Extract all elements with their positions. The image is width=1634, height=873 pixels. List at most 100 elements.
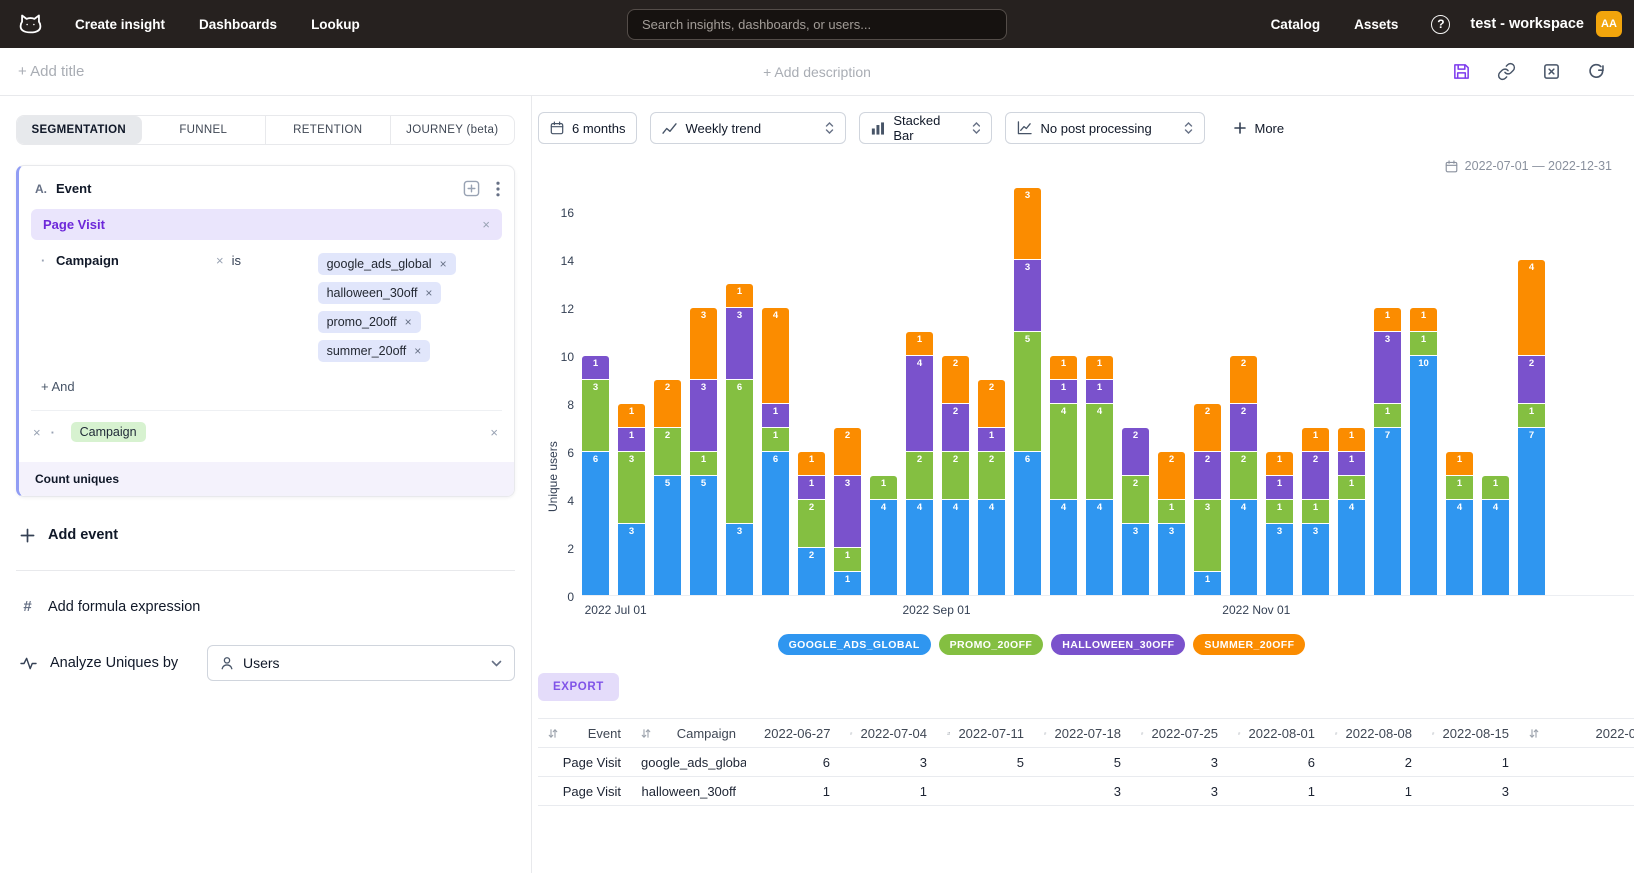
add-filter-icon[interactable] <box>463 180 480 197</box>
bar-segment-promo_20off[interactable]: 1 <box>1338 476 1365 499</box>
stacked-bar[interactable]: 2224 <box>942 355 969 595</box>
bar-segment-promo_20off[interactable]: 1 <box>1374 404 1401 427</box>
column-header[interactable]: 2022-08-01 <box>1228 719 1325 748</box>
bar-segment-promo_20off[interactable]: 2 <box>1230 452 1257 499</box>
workspace-name[interactable]: test - workspace <box>1470 16 1584 32</box>
chart-type-select[interactable]: Stacked Bar <box>859 112 992 144</box>
column-header[interactable]: 2022-07-11 <box>937 719 1034 748</box>
stacked-bar[interactable]: 2311 <box>834 427 861 595</box>
sort-icon[interactable] <box>1529 728 1539 739</box>
bar-segment-promo_20off[interactable]: 3 <box>582 380 609 451</box>
tab-journey[interactable]: JOURNEY (beta) <box>391 116 515 144</box>
sort-icon[interactable] <box>1335 728 1338 739</box>
stacked-bar[interactable]: 2231 <box>1194 403 1221 595</box>
more-button[interactable]: More <box>1234 121 1284 136</box>
remove-filter-value-icon[interactable]: × <box>425 286 432 300</box>
bar-segment-summer_20off[interactable]: 2 <box>1230 356 1257 403</box>
filter-value-tag[interactable]: promo_20off× <box>318 311 421 333</box>
stacked-bar[interactable]: 223 <box>1122 427 1149 595</box>
bar-segment-summer_20off[interactable]: 1 <box>1338 428 1365 451</box>
nav-lookup[interactable]: Lookup <box>294 17 377 32</box>
column-header[interactable]: 2022-08-15 <box>1422 719 1519 748</box>
bar-segment-google_ads_global[interactable]: 6 <box>1014 452 1041 595</box>
bar-segment-promo_20off[interactable]: 4 <box>1050 404 1077 499</box>
stacked-bar[interactable]: 114 <box>1446 451 1473 595</box>
bar-segment-promo_20off[interactable]: 2 <box>942 452 969 499</box>
bar-segment-halloween_30off[interactable]: 2 <box>942 404 969 451</box>
bar-segment-promo_20off[interactable]: 2 <box>906 452 933 499</box>
bar-segment-promo_20off[interactable]: 1 <box>1158 500 1185 523</box>
bar-segment-google_ads_global[interactable]: 3 <box>1122 524 1149 595</box>
legend-chip[interactable]: SUMMER_20OFF <box>1193 634 1305 655</box>
add-formula-button[interactable]: # Add formula expression <box>20 598 515 615</box>
app-logo-icon[interactable] <box>12 6 48 42</box>
tab-retention[interactable]: RETENTION <box>266 116 391 144</box>
bar-segment-halloween_30off[interactable]: 3 <box>690 380 717 451</box>
stacked-bar[interactable]: 1363 <box>726 283 753 595</box>
bar-segment-google_ads_global[interactable]: 5 <box>690 476 717 595</box>
stacked-bar[interactable]: 1113 <box>1266 451 1293 595</box>
bar-segment-google_ads_global[interactable]: 7 <box>1374 428 1401 595</box>
bar-segment-summer_20off[interactable]: 2 <box>942 356 969 403</box>
stacked-bar[interactable]: 1114 <box>1338 427 1365 595</box>
bar-segment-google_ads_global[interactable]: 4 <box>870 500 897 595</box>
add-title-field[interactable]: + Add title <box>18 63 84 80</box>
stacked-bar[interactable]: 225 <box>654 379 681 595</box>
bar-segment-summer_20off[interactable]: 4 <box>1518 260 1545 355</box>
stacked-bar[interactable]: 1122 <box>798 451 825 595</box>
bar-segment-halloween_30off[interactable]: 1 <box>582 356 609 379</box>
date-window-button[interactable]: 6 months <box>538 112 637 144</box>
bar-segment-halloween_30off[interactable]: 3 <box>834 476 861 547</box>
stacked-bar[interactable]: 1317 <box>1374 307 1401 595</box>
bar-segment-promo_20off[interactable]: 2 <box>1122 476 1149 523</box>
bar-segment-promo_20off[interactable]: 1 <box>762 428 789 451</box>
legend-chip[interactable]: PROMO_20OFF <box>939 634 1044 655</box>
bar-segment-halloween_30off[interactable]: 3 <box>1014 260 1041 331</box>
filter-value-tag[interactable]: summer_20off× <box>318 340 431 362</box>
bar-segment-google_ads_global[interactable]: 3 <box>1158 524 1185 595</box>
nav-catalog[interactable]: Catalog <box>1254 17 1338 32</box>
sort-icon[interactable] <box>641 728 651 739</box>
save-icon[interactable] <box>1452 62 1471 81</box>
bar-segment-google_ads_global[interactable]: 3 <box>618 524 645 595</box>
bar-segment-promo_20off[interactable]: 1 <box>1410 332 1437 355</box>
bar-segment-summer_20off[interactable]: 2 <box>1158 452 1185 499</box>
filter-value-tag[interactable]: google_ads_global× <box>318 253 456 275</box>
bar-segment-promo_20off[interactable]: 1 <box>834 548 861 571</box>
bar-segment-halloween_30off[interactable]: 1 <box>1086 380 1113 403</box>
bar-segment-promo_20off[interactable]: 2 <box>654 428 681 475</box>
bar-segment-promo_20off[interactable]: 1 <box>690 452 717 475</box>
sort-icon[interactable] <box>1432 728 1435 739</box>
bar-segment-halloween_30off[interactable]: 1 <box>1266 476 1293 499</box>
global-search-input[interactable] <box>627 9 1007 40</box>
bar-segment-summer_20off[interactable]: 3 <box>1014 188 1041 259</box>
column-header[interactable]: 2022-07-18 <box>1034 719 1131 748</box>
bar-segment-google_ads_global[interactable]: 4 <box>978 500 1005 595</box>
bar-segment-summer_20off[interactable]: 1 <box>906 332 933 355</box>
legend-chip[interactable]: HALLOWEEN_30OFF <box>1051 634 1185 655</box>
bar-segment-google_ads_global[interactable]: 2 <box>798 548 825 595</box>
remove-filter-value-icon[interactable]: × <box>440 257 447 271</box>
filter-property[interactable]: Campaign <box>56 253 216 268</box>
sort-icon[interactable] <box>1238 728 1241 739</box>
bar-segment-promo_20off[interactable]: 2 <box>978 452 1005 499</box>
bar-segment-promo_20off[interactable]: 1 <box>1266 500 1293 523</box>
bar-segment-google_ads_global[interactable]: 1 <box>834 572 861 595</box>
bar-segment-halloween_30off[interactable]: 2 <box>1194 452 1221 499</box>
bar-segment-promo_20off[interactable]: 1 <box>870 476 897 499</box>
column-header[interactable]: 2022-08-22 <box>1519 719 1634 748</box>
bar-segment-halloween_30off[interactable]: 1 <box>978 428 1005 451</box>
bar-segment-promo_20off[interactable]: 5 <box>1014 332 1041 451</box>
bar-segment-summer_20off[interactable]: 1 <box>618 404 645 427</box>
stacked-bar[interactable]: 1144 <box>1050 355 1077 595</box>
bar-segment-google_ads_global[interactable]: 4 <box>942 500 969 595</box>
avatar[interactable]: AA <box>1596 11 1622 37</box>
stacked-bar[interactable]: 14 <box>1482 475 1509 595</box>
sort-icon[interactable] <box>1141 728 1144 739</box>
bar-segment-promo_20off[interactable]: 1 <box>1446 476 1473 499</box>
bar-segment-halloween_30off[interactable]: 1 <box>798 476 825 499</box>
stacked-bar[interactable]: 1133 <box>618 403 645 595</box>
add-description-field[interactable]: + Add description <box>763 64 871 80</box>
breakdown-property[interactable]: Campaign <box>71 422 146 442</box>
column-header[interactable]: 2022-08-08 <box>1325 719 1422 748</box>
